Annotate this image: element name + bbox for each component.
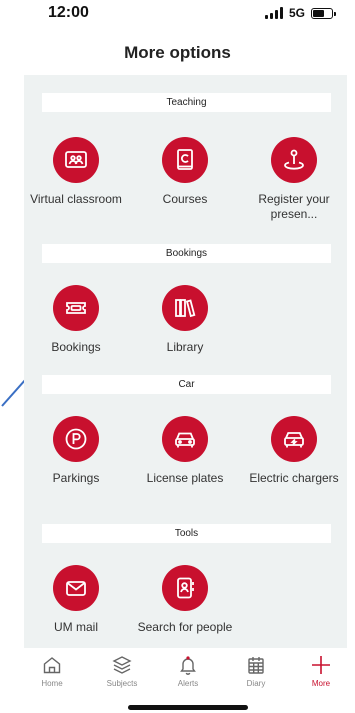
option-um-mail[interactable]: UM mail bbox=[28, 565, 124, 635]
tab-label: Subjects bbox=[106, 679, 138, 688]
calendar-icon bbox=[248, 657, 264, 674]
register-presence-icon bbox=[271, 137, 317, 183]
virtual-classroom-icon bbox=[53, 137, 99, 183]
page-title: More options bbox=[124, 43, 231, 62]
tab-diary[interactable]: Diary bbox=[221, 654, 291, 688]
options-panel: Teaching Virtual classroom Courses Regis… bbox=[24, 75, 347, 648]
tab-alerts[interactable]: Alerts bbox=[153, 654, 223, 688]
option-label: Bookings bbox=[51, 340, 101, 354]
bell-icon bbox=[180, 656, 196, 675]
option-bookings[interactable]: Bookings bbox=[28, 285, 124, 355]
option-label: Virtual classroom bbox=[30, 192, 122, 206]
section-header-car: Car bbox=[42, 375, 331, 394]
option-parkings[interactable]: Parkings bbox=[28, 416, 124, 486]
option-label: License plates bbox=[146, 471, 224, 485]
section-header-tools: Tools bbox=[42, 524, 331, 543]
option-register-presence[interactable]: Register your presen... bbox=[246, 137, 342, 222]
section-header-teaching: Teaching bbox=[42, 93, 331, 112]
tab-label: More bbox=[311, 679, 331, 688]
contacts-search-icon bbox=[162, 565, 208, 611]
ticket-icon bbox=[53, 285, 99, 331]
network-label: 5G bbox=[288, 6, 305, 20]
tab-label: Home bbox=[41, 679, 63, 688]
home-icon bbox=[43, 657, 61, 674]
option-label: Electric chargers bbox=[249, 471, 339, 485]
status-bar: 12:00 5G bbox=[0, 0, 355, 36]
signal-icon bbox=[264, 7, 283, 19]
status-time: 12:00 bbox=[48, 4, 89, 21]
option-label: Courses bbox=[162, 192, 208, 206]
tab-label: Diary bbox=[246, 679, 266, 688]
plus-icon bbox=[312, 656, 330, 674]
mail-icon bbox=[53, 565, 99, 611]
tab-subjects[interactable]: Subjects bbox=[87, 654, 157, 688]
option-courses[interactable]: Courses bbox=[137, 137, 233, 207]
parking-icon bbox=[53, 416, 99, 462]
option-library[interactable]: Library bbox=[137, 285, 233, 355]
option-search-people[interactable]: Search for people bbox=[137, 565, 233, 635]
option-license-plates[interactable]: License plates bbox=[137, 416, 233, 486]
tab-label: Alerts bbox=[177, 679, 199, 688]
option-label: Parkings bbox=[52, 471, 100, 485]
option-label: Library bbox=[166, 340, 204, 354]
home-indicator bbox=[128, 705, 248, 710]
library-books-icon bbox=[162, 285, 208, 331]
tab-bar: Home Subjects Alerts Diary More bbox=[0, 648, 355, 713]
courses-icon bbox=[162, 137, 208, 183]
option-label: Search for people bbox=[137, 620, 233, 634]
car-icon bbox=[162, 416, 208, 462]
status-indicators: 5G bbox=[264, 6, 336, 20]
section-header-bookings: Bookings bbox=[42, 244, 331, 263]
option-label: Register your presen... bbox=[258, 192, 330, 221]
battery-icon bbox=[311, 7, 336, 19]
tab-more[interactable]: More bbox=[286, 654, 355, 688]
layers-icon bbox=[112, 656, 132, 674]
option-virtual-classroom[interactable]: Virtual classroom bbox=[28, 137, 124, 207]
electric-charger-icon bbox=[271, 416, 317, 462]
tab-home[interactable]: Home bbox=[17, 654, 87, 688]
option-label: UM mail bbox=[54, 620, 98, 634]
option-electric-chargers[interactable]: Electric chargers bbox=[246, 416, 342, 486]
